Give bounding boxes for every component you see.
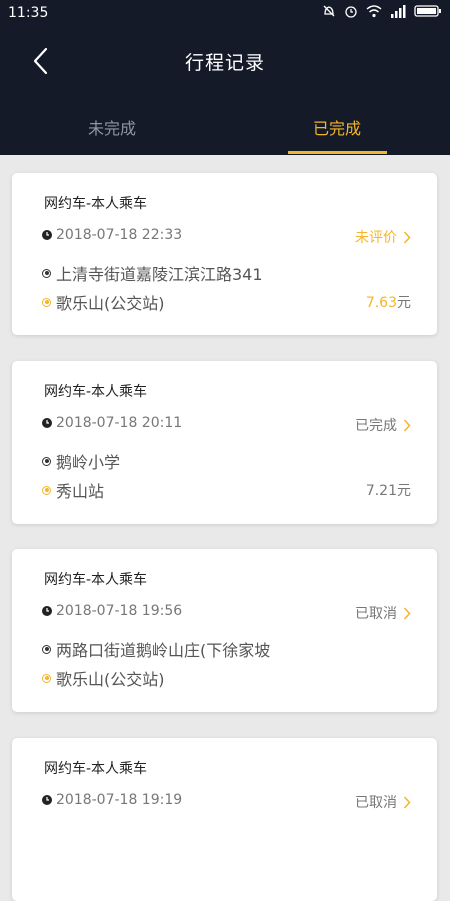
trip-status[interactable]: 已取消: [355, 792, 411, 812]
trip-price-unit: 元: [397, 295, 411, 311]
trip-time: 2018-07-18 19:56: [56, 603, 183, 619]
trip-destination-label: 秀山站: [56, 482, 105, 501]
trip-status[interactable]: 已完成: [355, 415, 411, 435]
trip-type: 网约车-本人乘车: [44, 384, 148, 400]
origin-dot-icon: [42, 644, 51, 654]
origin-dot-icon: [42, 268, 51, 278]
battery-icon: [414, 5, 441, 17]
trip-time: 2018-07-18 22:33: [56, 227, 183, 243]
alarm-icon: [345, 6, 357, 18]
trip-status-label: 已完成: [355, 418, 397, 434]
trip-time-row: 2018-07-18 19:19: [42, 792, 182, 808]
origin-dot-icon: [42, 456, 51, 466]
trip-status[interactable]: 已取消: [355, 603, 411, 623]
wifi-icon: [366, 5, 382, 18]
trip-destination: 歌乐山(公交站): [42, 290, 165, 314]
trip-status-label: 未评价: [355, 230, 397, 246]
trip-type: 网约车-本人乘车: [44, 761, 148, 777]
trip-origin-label: 鹅岭小学: [56, 453, 121, 472]
trip-type: 网约车-本人乘车: [44, 196, 148, 212]
chevron-right-icon: [403, 418, 411, 432]
trip-destination: 歌乐山(公交站): [42, 666, 165, 690]
trip-price-amount: 7.63: [365, 295, 397, 311]
mute-icon: [323, 5, 335, 17]
app-header: 11:35 行程记录 未完成 已完成: [0, 0, 450, 155]
trip-time-row: 2018-07-18 19:56: [42, 603, 182, 619]
trip-price-amount: 7.21: [365, 483, 397, 499]
trip-price-unit: 元: [397, 483, 411, 499]
destination-dot-icon: [42, 485, 51, 495]
page-title: 行程记录: [184, 52, 265, 74]
trip-status-label: 已取消: [355, 606, 397, 622]
destination-dot-icon: [42, 673, 51, 683]
clock-icon: [42, 606, 52, 616]
trip-time-row: 2018-07-18 22:33: [42, 227, 182, 243]
trip-origin: 两路口街道鹅岭山庄(下徐家坡: [42, 637, 270, 661]
trip-origin: 上清寺街道嘉陵江滨江路341: [42, 261, 263, 285]
clock-icon: [42, 230, 52, 240]
trip-type: 网约车-本人乘车: [44, 572, 148, 588]
chevron-right-icon: [403, 606, 411, 620]
chevron-right-icon: [403, 230, 411, 244]
trip-time: 2018-07-18 20:11: [56, 415, 183, 431]
tab-incomplete[interactable]: 未完成: [42, 115, 182, 139]
status-bar: 11:35: [0, 0, 450, 26]
status-time: 11:35: [8, 5, 49, 21]
trip-card[interactable]: 网约车-本人乘车 2018-07-18 20:11 已完成 鹅岭小学 秀山站 7…: [12, 361, 437, 524]
chevron-right-icon: [403, 795, 411, 809]
trip-status[interactable]: 未评价: [355, 227, 411, 247]
trip-origin-label: 两路口街道鹅岭山庄(下徐家坡: [56, 641, 271, 660]
trip-origin-label: 上清寺街道嘉陵江滨江路341: [56, 265, 263, 284]
trip-destination-label: 歌乐山(公交站): [56, 670, 165, 689]
signal-icon: [391, 5, 406, 18]
trip-destination: 秀山站: [42, 478, 104, 502]
trip-card[interactable]: 网约车-本人乘车 2018-07-18 19:56 已取消 两路口街道鹅岭山庄(…: [12, 549, 437, 712]
clock-icon: [42, 418, 52, 428]
active-tab-indicator: [288, 151, 387, 154]
trip-status-label: 已取消: [355, 795, 397, 811]
trip-card[interactable]: 网约车-本人乘车 2018-07-18 19:19 已取消: [12, 738, 437, 901]
destination-dot-icon: [42, 297, 51, 307]
trip-card[interactable]: 网约车-本人乘车 2018-07-18 22:33 未评价 上清寺街道嘉陵江滨江…: [12, 173, 437, 335]
trip-price: 7.63元: [366, 292, 411, 312]
status-icons: [322, 4, 442, 18]
trip-price: 7.21元: [366, 480, 411, 500]
trip-time: 2018-07-18 19:19: [56, 792, 183, 808]
tab-completed[interactable]: 已完成: [267, 115, 407, 139]
clock-icon: [42, 795, 52, 805]
trip-time-row: 2018-07-18 20:11: [42, 415, 182, 431]
trip-destination-label: 歌乐山(公交站): [56, 294, 165, 313]
trip-origin: 鹅岭小学: [42, 449, 120, 473]
